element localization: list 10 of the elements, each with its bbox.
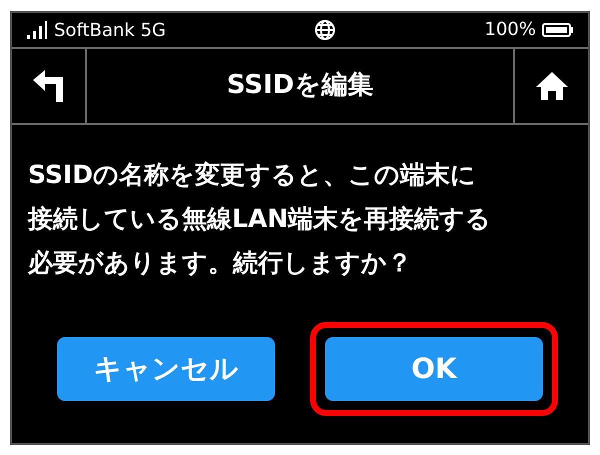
ok-button[interactable]: OK — [325, 336, 543, 400]
cancel-button[interactable]: キャンセル — [57, 336, 275, 400]
battery-icon — [542, 22, 574, 38]
home-icon — [534, 70, 568, 100]
confirmation-message: SSIDの名称を変更すると、この端末に接続している無線LAN端末を再接続する必要があります。続行しますか？ — [28, 158, 492, 278]
signal-icon — [26, 20, 48, 40]
carrier-name: SoftBank 5G — [54, 22, 166, 40]
globe-icon — [314, 18, 336, 40]
screen-title: SSIDを編集 — [226, 69, 374, 102]
battery-percent: 100% — [484, 20, 536, 38]
